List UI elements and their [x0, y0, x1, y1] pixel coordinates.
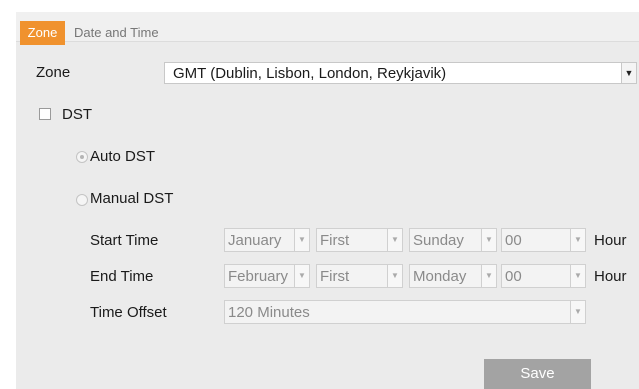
tab-zone[interactable]: Zone — [20, 21, 65, 45]
zone-select-value: GMT (Dublin, Lisbon, London, Reykjavik) — [173, 65, 447, 82]
start-week-select[interactable]: First ▼ — [316, 228, 403, 252]
chevron-down-icon[interactable]: ▼ — [570, 301, 585, 323]
end-day-value: Monday — [413, 268, 467, 285]
dst-label: DST — [62, 106, 92, 123]
end-day-select[interactable]: Monday ▼ — [409, 264, 497, 288]
start-week-value: First — [320, 232, 350, 249]
auto-dst-label: Auto DST — [90, 148, 156, 165]
dst-checkbox[interactable] — [39, 108, 51, 120]
chevron-down-icon[interactable]: ▼ — [294, 265, 309, 287]
start-hour-select[interactable]: 00 ▼ — [501, 228, 586, 252]
end-week-value: First — [320, 268, 350, 285]
start-hour-value: 00 — [505, 232, 522, 249]
time-offset-select[interactable]: 120 Minutes ▼ — [224, 300, 586, 324]
end-week-select[interactable]: First ▼ — [316, 264, 403, 288]
zone-select[interactable]: GMT (Dublin, Lisbon, London, Reykjavik) … — [164, 62, 637, 84]
start-day-select[interactable]: Sunday ▼ — [409, 228, 497, 252]
end-month-value: February — [228, 268, 289, 285]
end-month-select[interactable]: February ▼ — [224, 264, 310, 288]
zone-label: Zone — [36, 64, 71, 81]
chevron-down-icon[interactable]: ▼ — [481, 229, 496, 251]
manual-dst-radio[interactable] — [76, 194, 88, 206]
start-month-value: January — [228, 232, 282, 249]
chevron-down-icon[interactable]: ▼ — [481, 265, 496, 287]
end-hour-unit: Hour — [594, 268, 627, 285]
start-month-select[interactable]: January ▼ — [224, 228, 310, 252]
chevron-down-icon[interactable]: ▼ — [387, 229, 402, 251]
end-hour-select[interactable]: 00 ▼ — [501, 264, 586, 288]
save-button[interactable]: Save — [484, 359, 591, 389]
chevron-down-icon[interactable]: ▼ — [570, 265, 585, 287]
start-hour-unit: Hour — [594, 232, 627, 249]
chevron-down-icon[interactable]: ▼ — [570, 229, 585, 251]
chevron-down-icon[interactable]: ▼ — [294, 229, 309, 251]
chevron-down-icon[interactable]: ▼ — [387, 265, 402, 287]
end-time-label: End Time — [90, 268, 154, 285]
tab-bar: Zone Date and Time — [16, 12, 639, 45]
time-offset-label: Time Offset — [90, 304, 167, 321]
start-time-label: Start Time — [90, 232, 159, 249]
time-offset-value: 120 Minutes — [228, 304, 310, 321]
tab-date-and-time[interactable]: Date and Time — [74, 21, 159, 45]
auto-dst-radio[interactable] — [76, 151, 88, 163]
chevron-down-icon[interactable]: ▼ — [621, 63, 636, 83]
start-day-value: Sunday — [413, 232, 464, 249]
settings-panel: Zone Date and Time Zone GMT (Dublin, Lis… — [16, 12, 639, 389]
manual-dst-label: Manual DST — [90, 190, 174, 207]
end-hour-value: 00 — [505, 268, 522, 285]
